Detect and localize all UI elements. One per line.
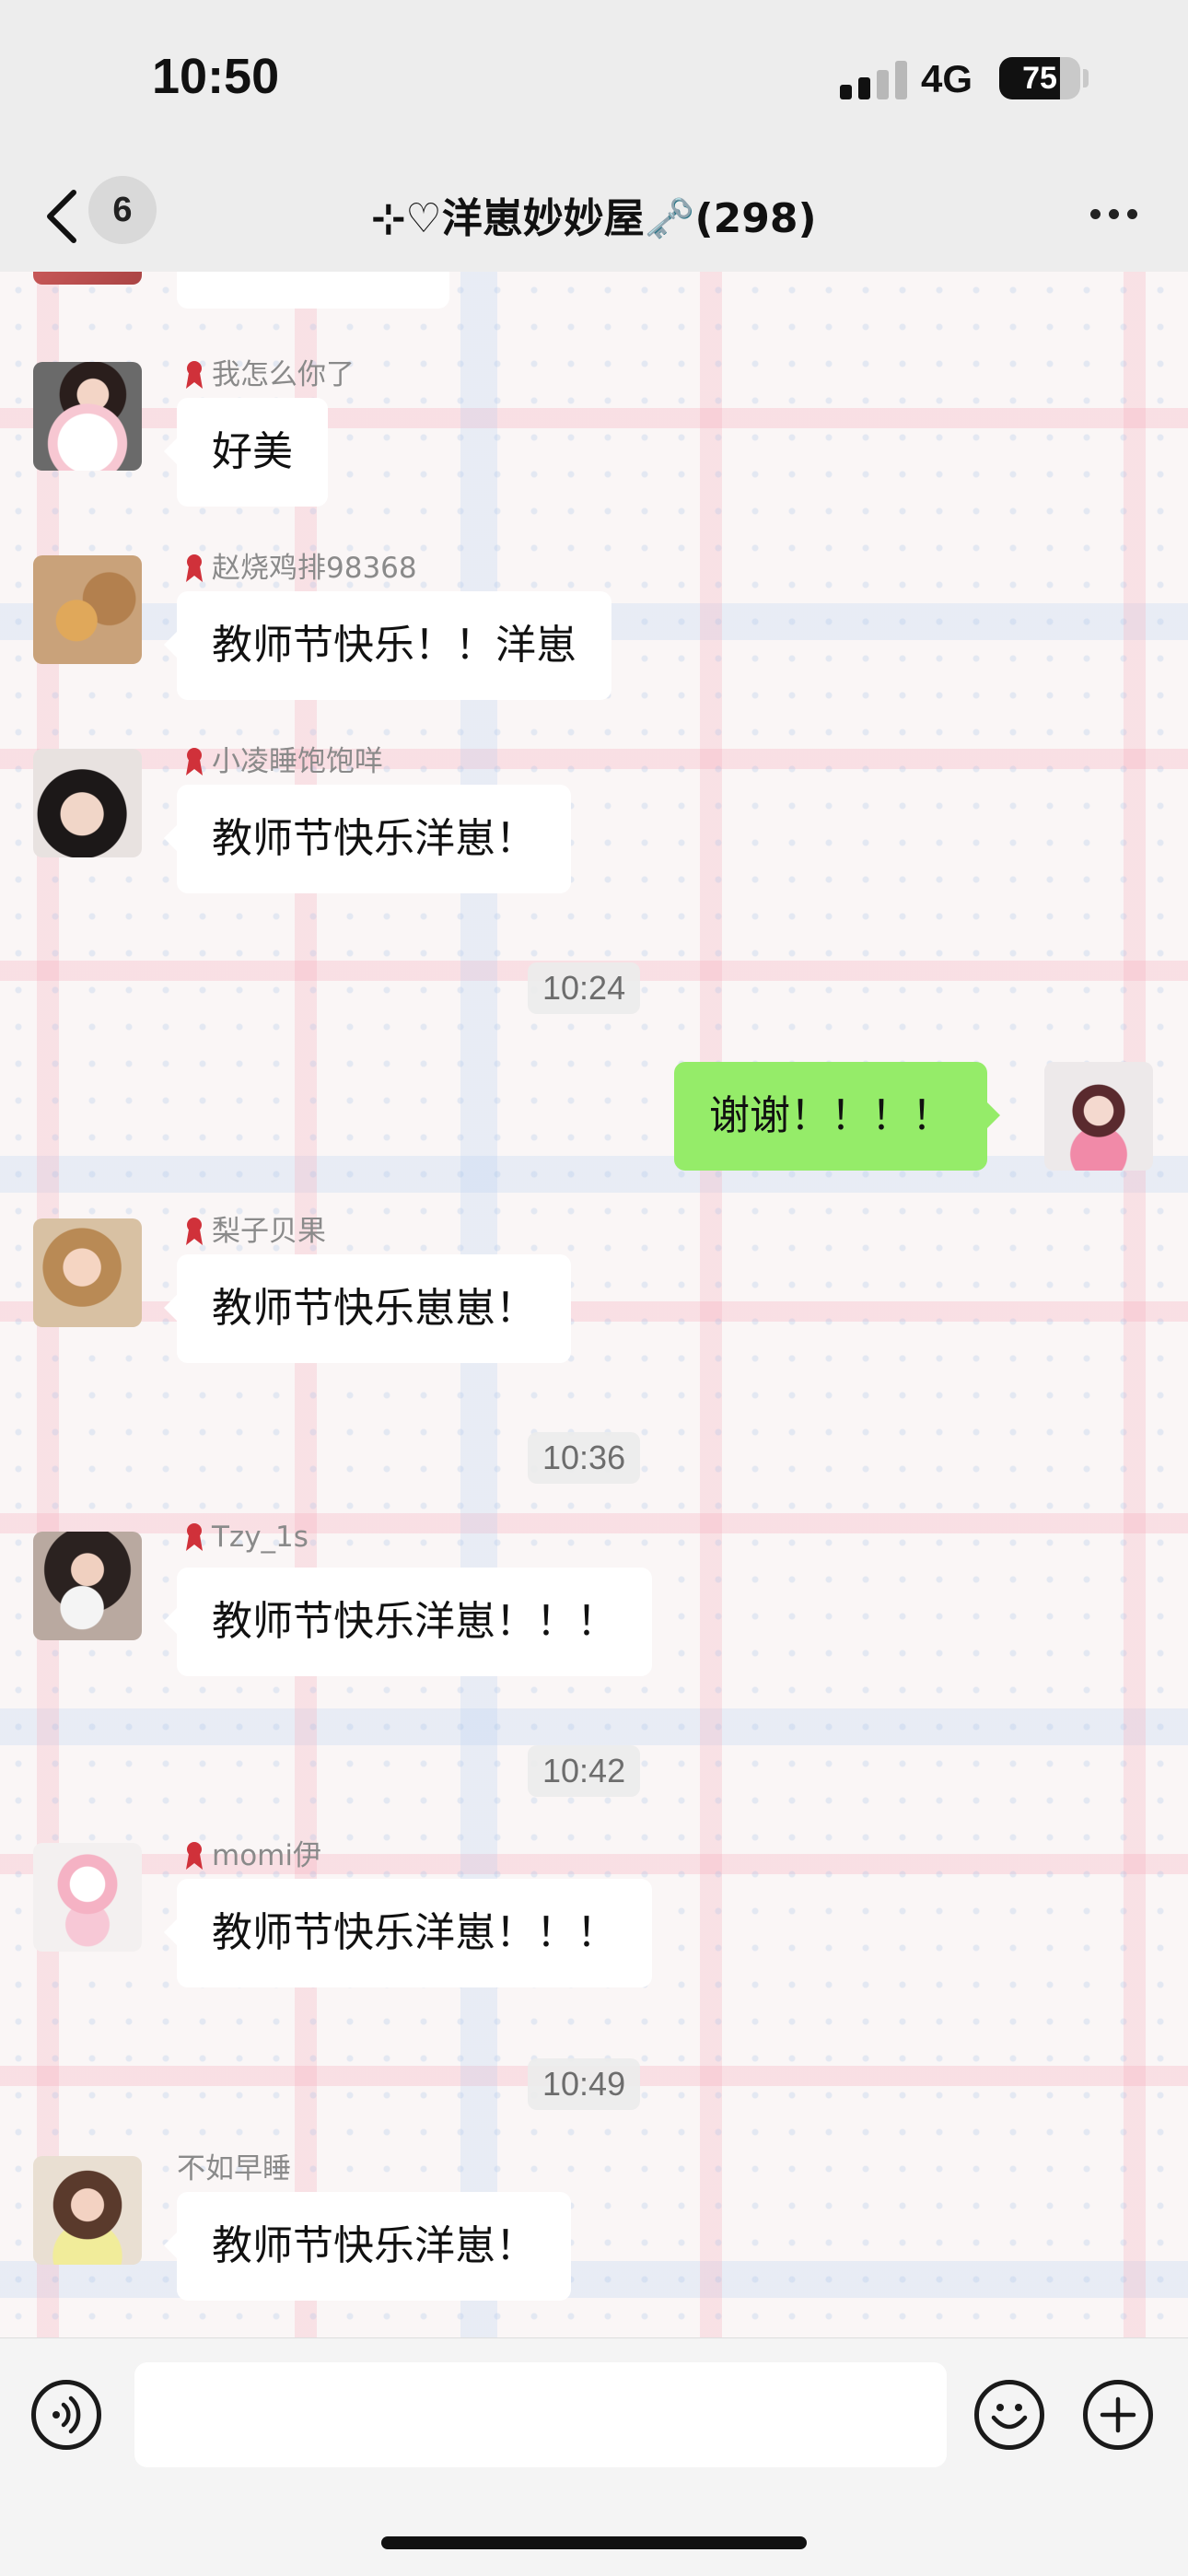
message-bubble[interactable]: 教师节快乐洋崽！ [164,785,571,893]
more-options-icon[interactable] [1087,196,1142,233]
ribbon-badge-icon [186,748,203,775]
group-title: ⊹♡洋崽妙妙屋🗝️(298) [371,195,817,242]
emoji-icon[interactable] [974,2380,1044,2450]
network-type: 4G [921,57,973,100]
sender-name: 小凌睡饱饱咩 [184,738,383,779]
sender-name: 不如早睡 [177,2152,291,2186]
ribbon-badge-icon [186,1842,203,1870]
sender-name: 赵烧鸡排98368 [184,544,417,586]
signal-icon [840,61,910,99]
ribbon-badge-icon [186,554,203,582]
chat-header: 6 ⊹♡洋崽妙妙屋🗝️(298) [0,161,1188,273]
battery-tip [1083,69,1089,87]
message-bubble[interactable]: 教师节快乐洋崽！！！ [164,1879,652,1987]
voice-icon[interactable] [31,2380,101,2450]
avatar[interactable] [33,362,142,471]
home-indicator[interactable] [381,2536,807,2549]
avatar[interactable] [33,749,142,857]
chat-message-list[interactable]: 教师节快乐 我怎么你了 好美 赵烧鸡排98368 教师节快乐！！洋崽 小凌睡饱饱… [0,272,1188,2337]
avatar[interactable] [33,272,142,285]
battery-level: 75 [1022,61,1057,96]
status-bar: 10:50 4G 75 [0,0,1188,161]
avatar[interactable] [33,1218,142,1327]
message-input[interactable] [134,2362,947,2467]
message-bubble[interactable]: 好美 [164,398,328,507]
plus-icon[interactable] [1083,2380,1153,2450]
timestamp: 10:49 [528,2058,641,2110]
sender-name: momi伊 [184,1832,321,1873]
message-bubble[interactable]: 教师节快乐崽崽！ [164,1254,571,1363]
message-bubble[interactable]: 教师节快乐 [177,272,449,309]
status-time: 10:50 [152,49,280,104]
timestamp: 10:36 [528,1432,641,1484]
ribbon-badge-icon [186,1218,203,1245]
sender-name: 梨子贝果 [184,1207,326,1249]
message-bubble[interactable]: 教师节快乐洋崽！ [164,2192,571,2301]
sender-name: Tzy_1s [184,1521,309,1554]
avatar[interactable] [33,555,142,664]
message-bubble[interactable]: 教师节快乐！！洋崽 [164,591,611,700]
avatar[interactable] [33,1843,142,1952]
timestamp: 10:42 [528,1745,641,1797]
message-bubble-outgoing[interactable]: 谢谢！！！！ [674,1062,1000,1171]
battery-icon: 75 [999,57,1080,99]
my-avatar[interactable] [1044,1062,1153,1171]
ribbon-badge-icon [186,1523,203,1551]
avatar[interactable] [33,1532,142,1640]
avatar[interactable] [33,2156,142,2265]
sender-name: 我怎么你了 [184,351,355,392]
message-bubble[interactable]: 教师节快乐洋崽！！！ [164,1568,652,1676]
timestamp: 10:24 [528,962,641,1014]
ribbon-badge-icon [186,361,203,389]
